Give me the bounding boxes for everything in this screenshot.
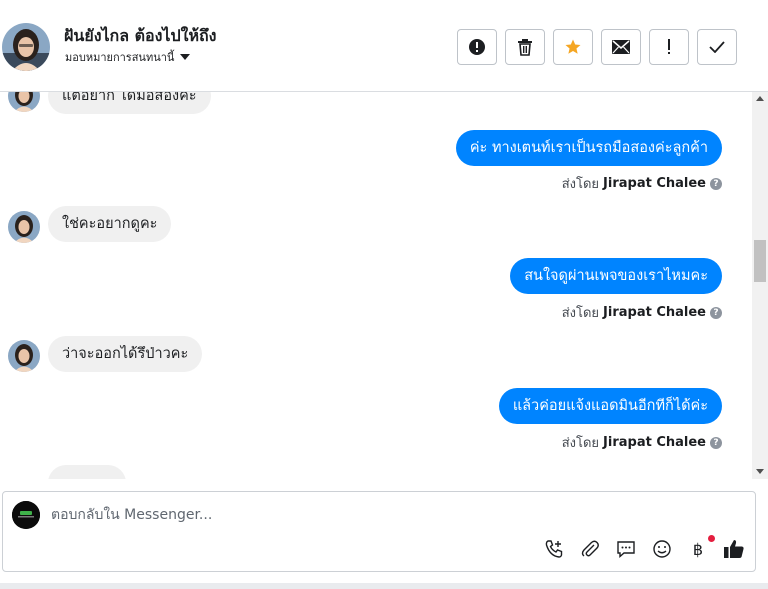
- assign-label: มอบหมายการสนทนานี้: [65, 51, 175, 64]
- check-icon: [709, 41, 725, 53]
- message-thread[interactable]: แต่อยาก ได้มือสองคะ ค่ะ ทางเตนท์เราเป็นร…: [0, 92, 768, 479]
- call-button[interactable]: [543, 538, 565, 560]
- star-icon: [565, 39, 581, 54]
- sender-name[interactable]: Jirapat Chalee: [603, 435, 706, 450]
- incoming-message[interactable]: ใช่คะอยากดูคะ: [48, 206, 172, 242]
- caret-down-icon: [180, 54, 191, 60]
- sender-name[interactable]: Jirapat Chalee: [603, 176, 706, 191]
- outgoing-message[interactable]: ค่ะ ทางเตนท์เราเป็นรถมือสองค่ะลูกค้า: [455, 130, 722, 166]
- like-button[interactable]: [723, 538, 745, 560]
- contact-avatar-small: [8, 340, 40, 372]
- paperclip-icon: [581, 540, 599, 557]
- composer-tools: ฿: [543, 535, 745, 560]
- sent-by-prefix: ส่งโดย: [561, 436, 600, 451]
- page-avatar: [12, 501, 40, 529]
- scroll-thumb[interactable]: [754, 240, 766, 282]
- follow-up-button[interactable]: [649, 29, 689, 65]
- saved-replies-button[interactable]: [615, 538, 637, 560]
- sent-by-prefix: ส่งโดย: [561, 177, 600, 192]
- help-icon[interactable]: ?: [710, 177, 722, 190]
- help-icon[interactable]: ?: [710, 306, 722, 319]
- help-icon[interactable]: ?: [710, 436, 722, 449]
- incoming-message[interactable]: แต่อยาก ได้มือสองคะ: [48, 92, 211, 114]
- header-actions: [457, 29, 737, 65]
- smiley-icon: [653, 540, 671, 558]
- trash-icon: [518, 39, 532, 56]
- conversation-header: ฝันยังไกล ต้องไปให้ถึง มอบหมายการสนทนานี…: [0, 0, 768, 92]
- delete-button[interactable]: [505, 29, 545, 65]
- attach-button[interactable]: [579, 538, 601, 560]
- star-button[interactable]: [553, 29, 593, 65]
- baht-icon: ฿: [692, 539, 704, 559]
- incoming-message[interactable]: ว่าจะออกได้รึป่าวคะ: [48, 336, 203, 372]
- emoji-button[interactable]: [651, 538, 673, 560]
- assign-conversation-dropdown[interactable]: มอบหมายการสนทนานี้: [65, 48, 191, 66]
- outgoing-message[interactable]: สนใจดูผ่านเพจของเราไหมคะ: [510, 258, 722, 294]
- mark-unread-button[interactable]: [601, 29, 641, 65]
- sent-by-label: ส่งโดย Jirapat Chalee ?: [562, 432, 722, 453]
- phone-plus-icon: [545, 540, 563, 558]
- chat-bubble-icon: [617, 541, 635, 559]
- sent-by-label: ส่งโดย Jirapat Chalee ?: [562, 302, 722, 323]
- mark-spam-button[interactable]: [457, 29, 497, 65]
- contact-avatar[interactable]: [2, 23, 50, 71]
- envelope-icon: [612, 40, 630, 54]
- scroll-up-arrow-icon[interactable]: [756, 96, 764, 101]
- reply-composer: ฿: [2, 491, 756, 572]
- notification-dot: [708, 535, 715, 542]
- incoming-message-partial[interactable]: [48, 465, 126, 479]
- contact-name[interactable]: ฝันยังไกล ต้องไปให้ถึง: [64, 24, 216, 49]
- contact-avatar-small: [8, 211, 40, 243]
- thumbs-up-icon: [724, 540, 744, 558]
- sender-name[interactable]: Jirapat Chalee: [603, 305, 706, 320]
- scroll-down-arrow-icon[interactable]: [756, 469, 764, 474]
- mark-done-button[interactable]: [697, 29, 737, 65]
- outgoing-message[interactable]: แล้วค่อยแจ้งแอดมินอีกทีก็ได้ค่ะ: [498, 388, 722, 424]
- exclamation-icon: [668, 39, 670, 54]
- sent-by-prefix: ส่งโดย: [561, 306, 600, 321]
- reply-input[interactable]: [51, 505, 651, 525]
- messenger-conversation: ฝันยังไกล ต้องไปให้ถึง มอบหมายการสนทนานี…: [0, 0, 768, 589]
- sent-by-label: ส่งโดย Jirapat Chalee ?: [562, 173, 722, 194]
- alert-circle-icon: [469, 39, 485, 55]
- payment-button[interactable]: ฿: [687, 535, 715, 560]
- thread-scrollbar[interactable]: [752, 92, 768, 479]
- bottom-strip: [0, 583, 768, 589]
- contact-avatar-small: [8, 92, 40, 112]
